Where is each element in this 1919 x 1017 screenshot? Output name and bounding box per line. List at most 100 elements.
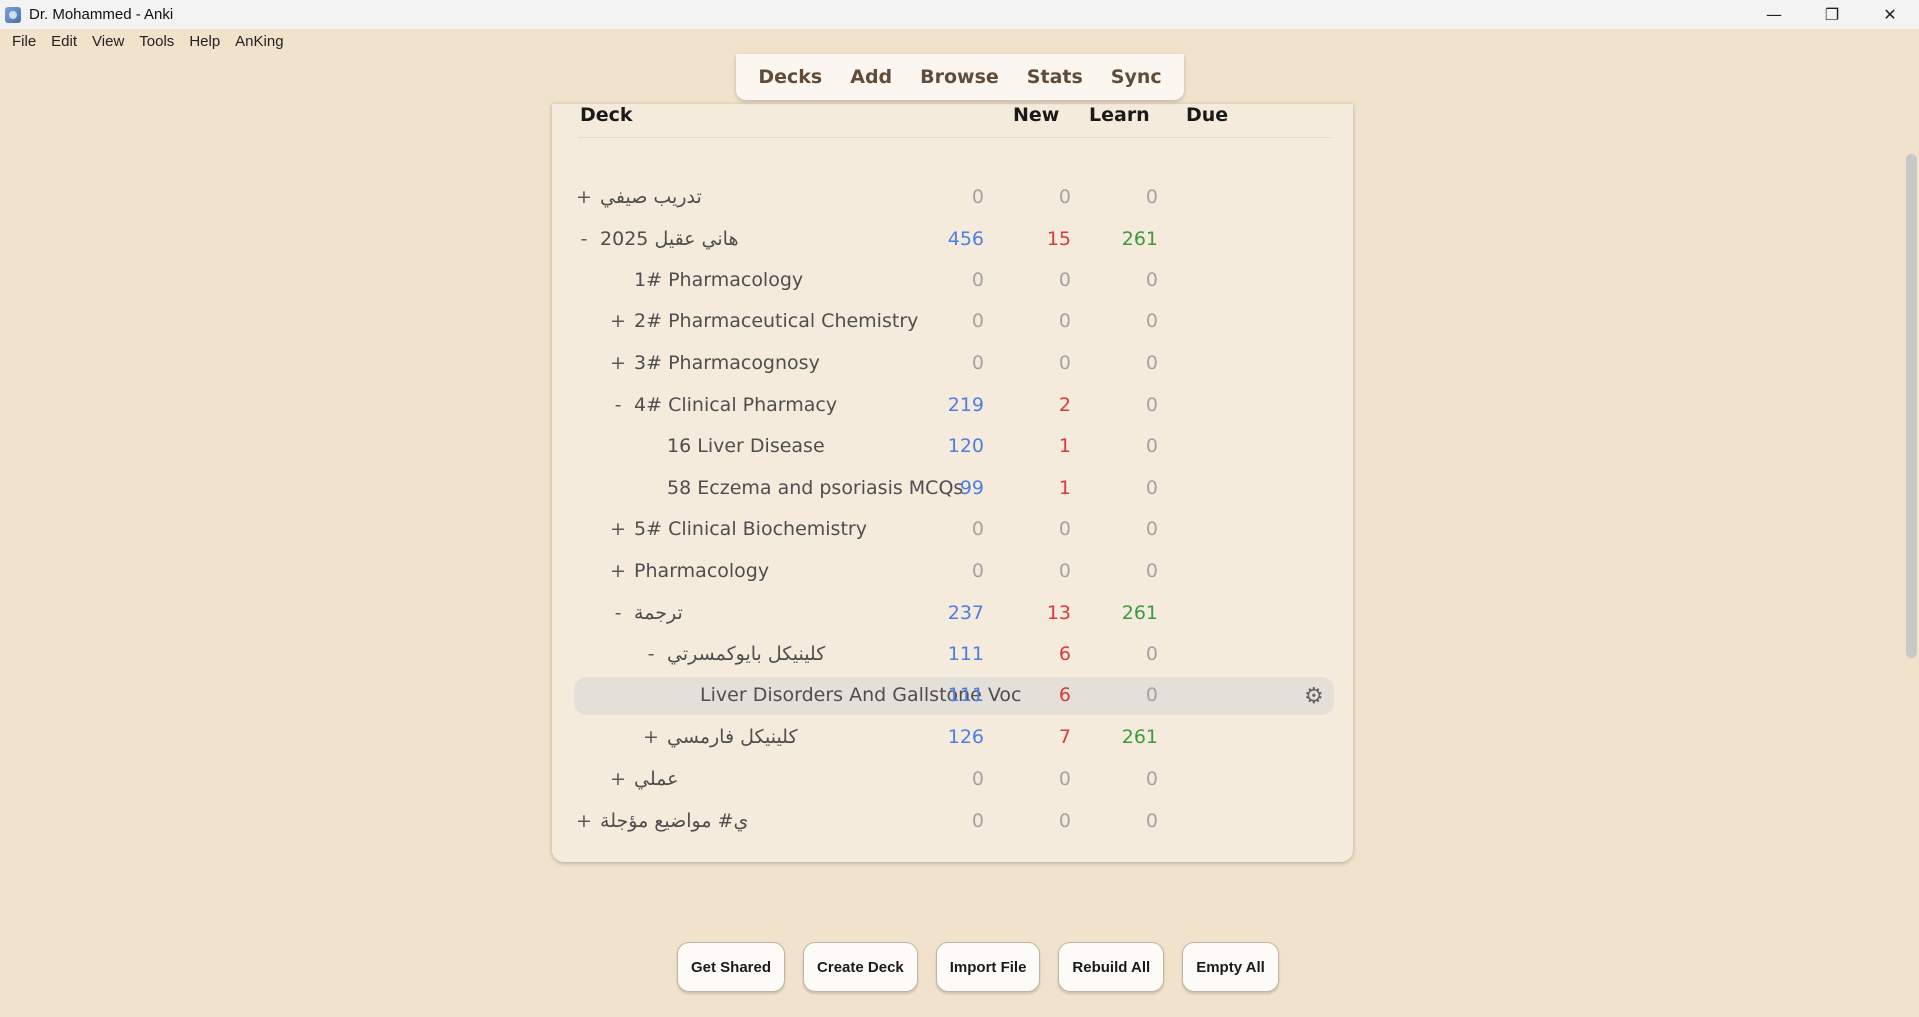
deck-label[interactable]: 2# Pharmaceutical Chemistry bbox=[634, 310, 918, 332]
deck-row[interactable]: - كلينيكل بايوكمسرتي 111 6 0 bbox=[574, 636, 1334, 674]
menu-file[interactable]: File bbox=[12, 33, 36, 50]
deck-row[interactable]: - 4# Clinical Pharmacy 219 2 0 bbox=[574, 387, 1334, 425]
deck-label[interactable]: ترجمة bbox=[634, 602, 683, 624]
deck-name[interactable]: + كلينيكل فارمسي bbox=[641, 726, 797, 748]
stats-button[interactable]: Stats bbox=[1013, 66, 1097, 88]
collapse-toggle[interactable]: - bbox=[608, 394, 628, 416]
deck-row-selected[interactable]: Liver Disorders And Gallstone Voc 111 6 … bbox=[574, 677, 1334, 715]
deck-name[interactable]: + 5# Clinical Biochemistry bbox=[608, 518, 867, 540]
expand-toggle[interactable]: + bbox=[608, 768, 628, 790]
new-count: 126 bbox=[947, 726, 984, 748]
menu-bar: File Edit View Tools Help AnKing bbox=[0, 29, 1919, 54]
menu-tools[interactable]: Tools bbox=[139, 33, 174, 50]
learn-count: 0 bbox=[1058, 186, 1071, 208]
deck-row[interactable]: 16 Liver Disease 120 1 0 bbox=[574, 428, 1334, 466]
deck-label[interactable]: 3# Pharmacognosy bbox=[634, 352, 820, 374]
learn-count: 6 bbox=[1058, 684, 1071, 706]
deck-name[interactable]: + Pharmacology bbox=[608, 560, 769, 582]
expand-toggle[interactable]: + bbox=[608, 560, 628, 582]
deck-label[interactable]: كلينيكل بايوكمسرتي bbox=[667, 643, 825, 665]
deck-name[interactable]: - كلينيكل بايوكمسرتي bbox=[641, 643, 826, 665]
deck-row[interactable]: 1# Pharmacology 0 0 0 bbox=[574, 262, 1334, 300]
new-count: 0 bbox=[971, 518, 984, 540]
menu-view[interactable]: View bbox=[92, 33, 124, 50]
add-button[interactable]: Add bbox=[836, 66, 906, 88]
new-count: 0 bbox=[971, 560, 984, 582]
deck-label[interactable]: 1# Pharmacology bbox=[634, 269, 803, 291]
new-count: 0 bbox=[971, 310, 984, 332]
learn-count: 13 bbox=[1046, 602, 1071, 624]
gear-icon[interactable]: ⚙ bbox=[1304, 684, 1324, 709]
collapse-toggle[interactable]: - bbox=[608, 602, 628, 624]
deck-row[interactable]: + 2# Pharmaceutical Chemistry 0 0 0 bbox=[574, 303, 1334, 341]
learn-count: 0 bbox=[1058, 810, 1071, 832]
deck-label[interactable]: Pharmacology bbox=[634, 560, 769, 582]
rebuild-all-button[interactable]: Rebuild All bbox=[1058, 942, 1165, 992]
browse-button[interactable]: Browse bbox=[906, 66, 1013, 88]
new-count: 219 bbox=[947, 394, 984, 416]
deck-name[interactable]: - 4# Clinical Pharmacy bbox=[608, 394, 838, 416]
deck-label[interactable]: 5# Clinical Biochemistry bbox=[634, 518, 867, 540]
deck-name[interactable]: - هاني عقيل 2025 bbox=[574, 228, 739, 250]
deck-label[interactable]: تدريب صيفي bbox=[600, 186, 702, 208]
menu-edit[interactable]: Edit bbox=[51, 33, 77, 50]
due-count: 0 bbox=[1145, 768, 1158, 790]
deck-label[interactable]: كلينيكل فارمسي bbox=[667, 726, 797, 748]
deck-name[interactable]: 58 Eczema and psoriasis MCQs bbox=[641, 477, 963, 499]
deck-name[interactable]: 16 Liver Disease bbox=[641, 435, 825, 457]
expand-toggle[interactable]: + bbox=[608, 310, 628, 332]
deck-row[interactable]: + 5# Clinical Biochemistry 0 0 0 bbox=[574, 511, 1334, 549]
decks-button[interactable]: Decks bbox=[744, 66, 836, 88]
deck-label[interactable]: ي# مواضيع مؤجلة bbox=[600, 810, 748, 832]
deck-row[interactable]: + 3# Pharmacognosy 0 0 0 bbox=[574, 345, 1334, 383]
new-count: 456 bbox=[947, 228, 984, 250]
sync-button[interactable]: Sync bbox=[1097, 66, 1176, 88]
empty-all-button[interactable]: Empty All bbox=[1182, 942, 1279, 992]
deck-name[interactable]: + ي# مواضيع مؤجلة bbox=[574, 810, 748, 832]
collapse-toggle[interactable]: - bbox=[641, 643, 661, 665]
deck-label[interactable]: 58 Eczema and psoriasis MCQs bbox=[667, 477, 963, 499]
deck-row[interactable]: + كلينيكل فارمسي 126 7 261 bbox=[574, 719, 1334, 757]
deck-row[interactable]: + ي# مواضيع مؤجلة 0 0 0 bbox=[574, 803, 1334, 841]
expand-toggle[interactable]: + bbox=[608, 518, 628, 540]
minimize-button[interactable]: — bbox=[1745, 0, 1803, 29]
menu-anking[interactable]: AnKing bbox=[235, 33, 283, 50]
deck-name[interactable]: + تدريب صيفي bbox=[574, 186, 702, 208]
due-count: 0 bbox=[1145, 518, 1158, 540]
deck-row[interactable]: - ترجمة 237 13 261 bbox=[574, 595, 1334, 633]
deck-row[interactable]: - هاني عقيل 2025 456 15 261 bbox=[574, 221, 1334, 259]
maximize-button[interactable]: ❐ bbox=[1803, 0, 1861, 29]
deck-label[interactable]: هاني عقيل 2025 bbox=[600, 228, 738, 250]
deck-name[interactable]: + 2# Pharmaceutical Chemistry bbox=[608, 310, 918, 332]
expand-toggle[interactable]: + bbox=[608, 352, 628, 374]
deck-row[interactable]: + تدريب صيفي 0 0 0 bbox=[574, 179, 1334, 217]
close-button[interactable]: ✕ bbox=[1861, 0, 1919, 29]
new-count: 237 bbox=[947, 602, 984, 624]
collapse-toggle[interactable]: - bbox=[574, 228, 594, 250]
create-deck-button[interactable]: Create Deck bbox=[803, 942, 918, 992]
deck-name[interactable]: + عملي bbox=[608, 768, 678, 790]
deck-row[interactable]: 58 Eczema and psoriasis MCQs 99 1 0 bbox=[574, 470, 1334, 508]
deck-name[interactable]: - ترجمة bbox=[608, 602, 683, 624]
import-file-button[interactable]: Import File bbox=[935, 942, 1041, 992]
expand-toggle[interactable]: + bbox=[641, 726, 661, 748]
learn-count: 0 bbox=[1058, 352, 1071, 374]
menu-help[interactable]: Help bbox=[189, 33, 220, 50]
due-count: 0 bbox=[1145, 810, 1158, 832]
deck-label[interactable]: 4# Clinical Pharmacy bbox=[634, 394, 837, 416]
learn-count: 0 bbox=[1058, 269, 1071, 291]
due-count: 0 bbox=[1145, 643, 1158, 665]
new-count: 0 bbox=[971, 352, 984, 374]
deck-list-panel: Deck New Learn Due + تدريب صيفي 0 0 0 - … bbox=[552, 104, 1353, 862]
expand-toggle[interactable]: + bbox=[574, 810, 594, 832]
deck-row[interactable]: + Pharmacology 0 0 0 bbox=[574, 553, 1334, 591]
deck-name[interactable]: + 3# Pharmacognosy bbox=[608, 352, 820, 374]
deck-label[interactable]: 16 Liver Disease bbox=[667, 435, 825, 457]
deck-label[interactable]: عملي bbox=[634, 768, 678, 790]
expand-toggle[interactable]: + bbox=[574, 186, 594, 208]
scrollbar-thumb[interactable] bbox=[1906, 154, 1917, 658]
due-count: 0 bbox=[1145, 684, 1158, 706]
get-shared-button[interactable]: Get Shared bbox=[677, 942, 786, 992]
deck-name[interactable]: 1# Pharmacology bbox=[608, 269, 803, 291]
deck-row[interactable]: + عملي 0 0 0 bbox=[574, 761, 1334, 799]
